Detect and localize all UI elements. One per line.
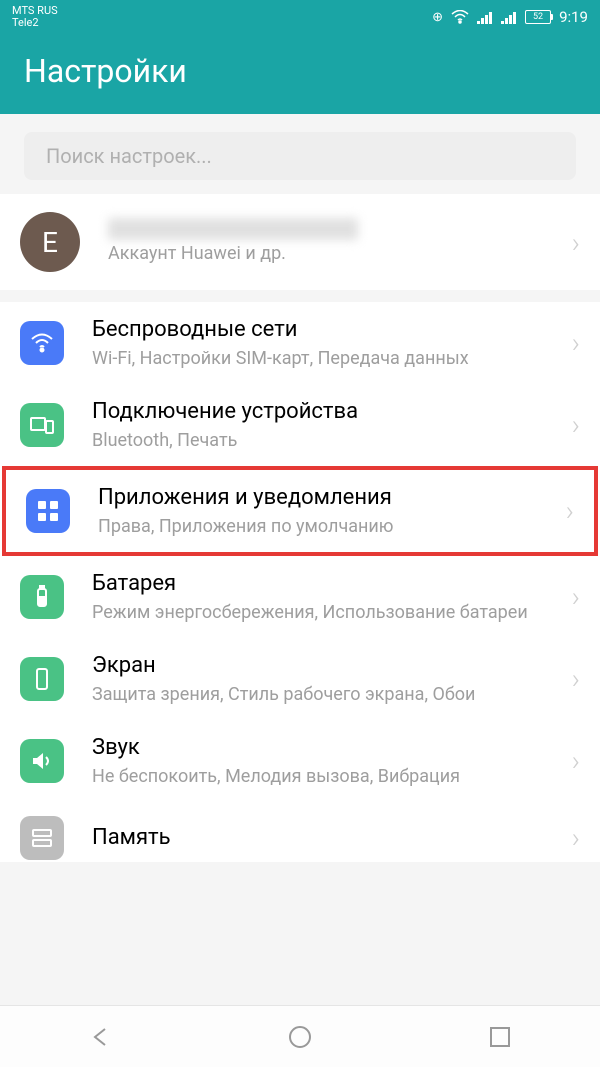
devices-icon: [20, 403, 64, 447]
settings-item-memory[interactable]: Память ›: [0, 802, 600, 862]
home-button[interactable]: [286, 1023, 314, 1051]
settings-item-connection[interactable]: Подключение устройства Bluetooth, Печать…: [0, 384, 600, 466]
item-sub: Bluetooth, Печать: [92, 429, 568, 452]
item-title: Память: [92, 824, 568, 853]
wifi-icon: [20, 321, 64, 365]
chevron-right-icon: ›: [568, 580, 584, 613]
settings-item-sound[interactable]: Звук Не беспокоить, Мелодия вызова, Вибр…: [0, 720, 600, 802]
chevron-right-icon: ›: [568, 408, 584, 441]
item-title: Экран: [92, 652, 568, 681]
avatar: E: [20, 212, 80, 272]
chevron-right-icon: ›: [568, 226, 584, 259]
sound-icon: [20, 739, 64, 783]
back-button[interactable]: [86, 1023, 114, 1051]
chevron-right-icon: ›: [568, 744, 584, 777]
carrier-2: Tele2: [12, 17, 58, 29]
navigation-bar: [0, 1005, 600, 1067]
battery-icon: 52: [525, 10, 551, 24]
chevron-right-icon: ›: [562, 494, 578, 527]
battery-icon: [20, 575, 64, 619]
recent-button[interactable]: [486, 1023, 514, 1051]
chevron-right-icon: ›: [568, 326, 584, 359]
status-time: 9:19: [559, 8, 588, 26]
status-icons: ⊕ 52 9:19: [432, 8, 588, 26]
profile-name: [108, 218, 358, 240]
settings-item-apps[interactable]: Приложения и уведомления Права, Приложен…: [2, 466, 598, 556]
item-title: Батарея: [92, 570, 568, 599]
item-title: Звук: [92, 734, 568, 763]
profile-item[interactable]: E Аккаунт Huawei и др. ›: [0, 194, 600, 290]
search-input[interactable]: Поиск настроек...: [24, 132, 576, 180]
item-sub: Защита зрения, Стиль рабочего экрана, Об…: [92, 683, 568, 706]
settings-item-display[interactable]: Экран Защита зрения, Стиль рабочего экра…: [0, 638, 600, 720]
signal-1-icon: [477, 11, 493, 24]
status-bar: MTS RUS Tele2 ⊕ 52 9:19: [0, 0, 600, 34]
item-title: Беспроводные сети: [92, 316, 568, 345]
page-title: Настройки: [0, 34, 600, 114]
display-icon: [20, 657, 64, 701]
settings-item-battery[interactable]: Батарея Режим энергосбережения, Использо…: [0, 556, 600, 638]
item-sub: Не беспокоить, Мелодия вызова, Вибрация: [92, 765, 568, 788]
item-sub: Режим энергосбережения, Использование ба…: [92, 601, 568, 624]
item-sub: Права, Приложения по умолчанию: [98, 515, 562, 538]
wifi-icon: [451, 10, 469, 24]
apps-icon: [26, 489, 70, 533]
chevron-right-icon: ›: [568, 662, 584, 695]
profile-sub: Аккаунт Huawei и др.: [108, 242, 568, 265]
storage-icon: [20, 816, 64, 860]
settings-item-wireless[interactable]: Беспроводные сети Wi-Fi, Настройки SIM-к…: [0, 302, 600, 384]
item-title: Подключение устройства: [92, 398, 568, 427]
item-title: Приложения и уведомления: [98, 484, 562, 513]
item-sub: Wi-Fi, Настройки SIM-карт, Передача данн…: [92, 347, 568, 370]
clock-indicator-icon: ⊕: [432, 10, 443, 25]
chevron-right-icon: ›: [568, 821, 584, 854]
signal-2-icon: [501, 11, 517, 24]
